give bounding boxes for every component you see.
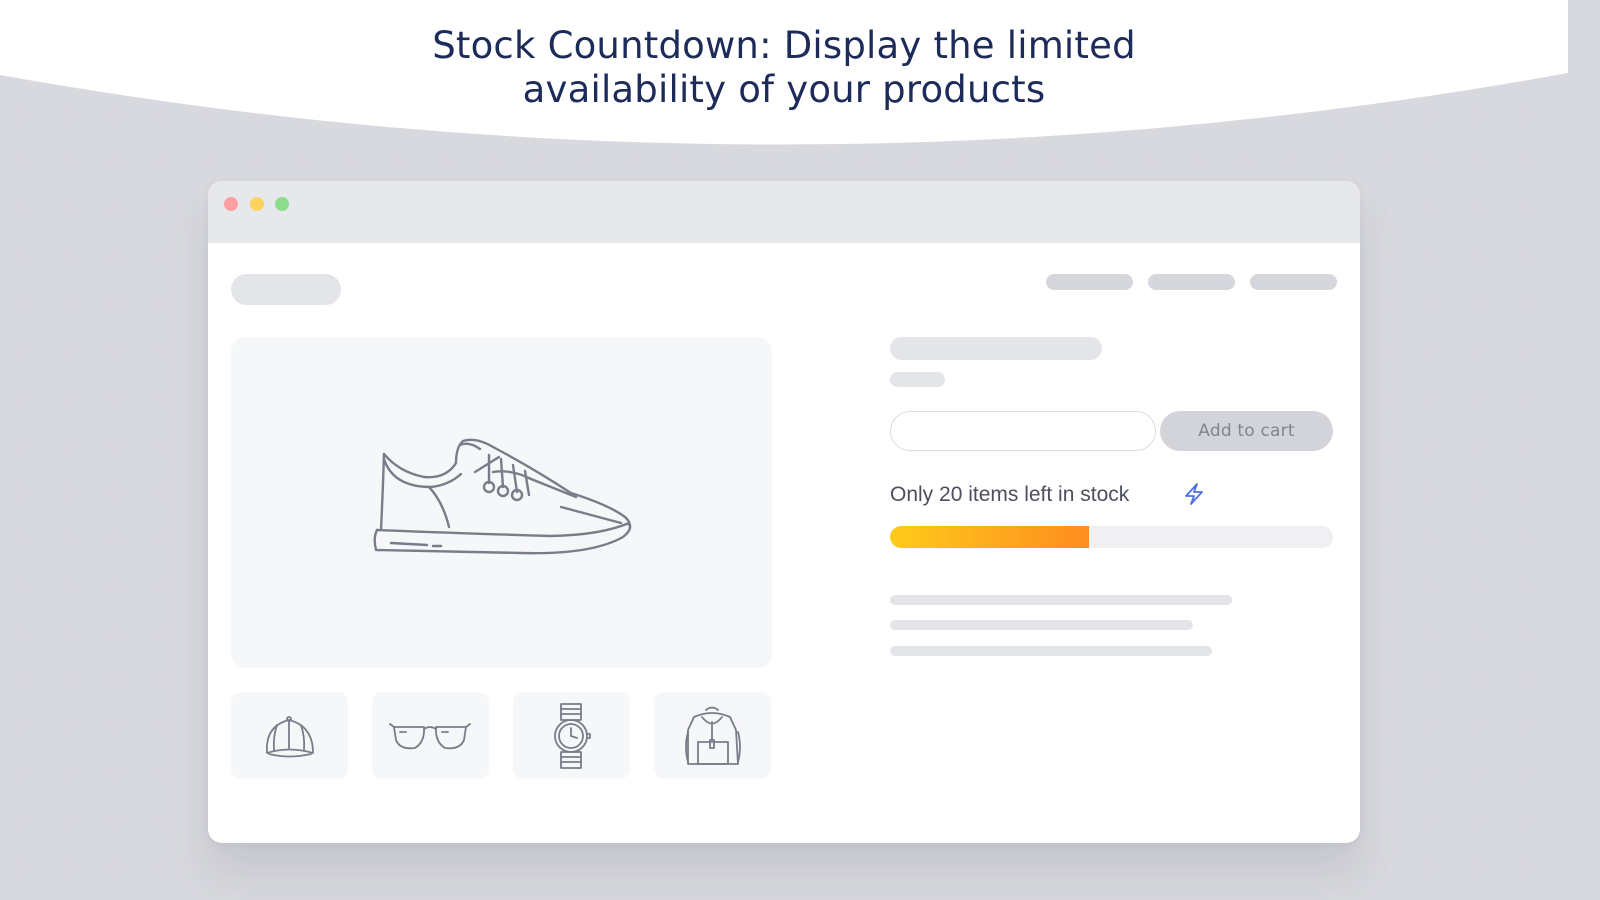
thumbnail-sunglasses[interactable] bbox=[372, 692, 489, 779]
close-window-button[interactable] bbox=[224, 197, 238, 211]
nav-link-placeholder-2[interactable] bbox=[1148, 274, 1235, 290]
stock-progress-bar bbox=[890, 526, 1333, 548]
description-line-placeholder-1 bbox=[890, 595, 1232, 605]
thumbnail-cap[interactable] bbox=[231, 692, 348, 779]
quantity-input[interactable] bbox=[890, 411, 1156, 451]
nav-link-placeholder-1[interactable] bbox=[1046, 274, 1133, 290]
headline-line-1: Stock Countdown: Display the limited bbox=[432, 24, 1136, 67]
page-headline: Stock Countdown: Display the limited ava… bbox=[0, 24, 1568, 112]
stock-progress-fill bbox=[890, 526, 1090, 548]
main-product-image[interactable] bbox=[231, 337, 772, 668]
thumbnail-watch[interactable] bbox=[513, 692, 630, 779]
product-price-placeholder bbox=[890, 372, 945, 387]
sneaker-icon bbox=[373, 438, 632, 555]
logo-placeholder[interactable] bbox=[231, 274, 341, 305]
backpack-icon bbox=[685, 706, 741, 765]
minimize-window-button[interactable] bbox=[250, 197, 264, 211]
cap-icon bbox=[266, 716, 314, 758]
stock-countdown-message: Only 20 items left in stock bbox=[890, 483, 1130, 506]
maximize-window-button[interactable] bbox=[275, 197, 289, 211]
description-line-placeholder-3 bbox=[890, 646, 1212, 656]
headline-line-2: availability of your products bbox=[522, 68, 1046, 111]
description-line-placeholder-2 bbox=[890, 620, 1193, 630]
window-titlebar bbox=[208, 181, 1360, 243]
thumbnail-backpack[interactable] bbox=[654, 692, 771, 779]
product-title-placeholder bbox=[890, 337, 1102, 360]
watch-icon bbox=[554, 703, 591, 769]
add-to-cart-button[interactable]: Add to cart bbox=[1160, 411, 1333, 451]
sunglasses-icon bbox=[389, 723, 471, 750]
browser-window: Add to cart Only 20 items left in stock bbox=[208, 181, 1360, 843]
lightning-icon bbox=[1185, 483, 1203, 505]
nav-link-placeholder-3[interactable] bbox=[1250, 274, 1337, 290]
